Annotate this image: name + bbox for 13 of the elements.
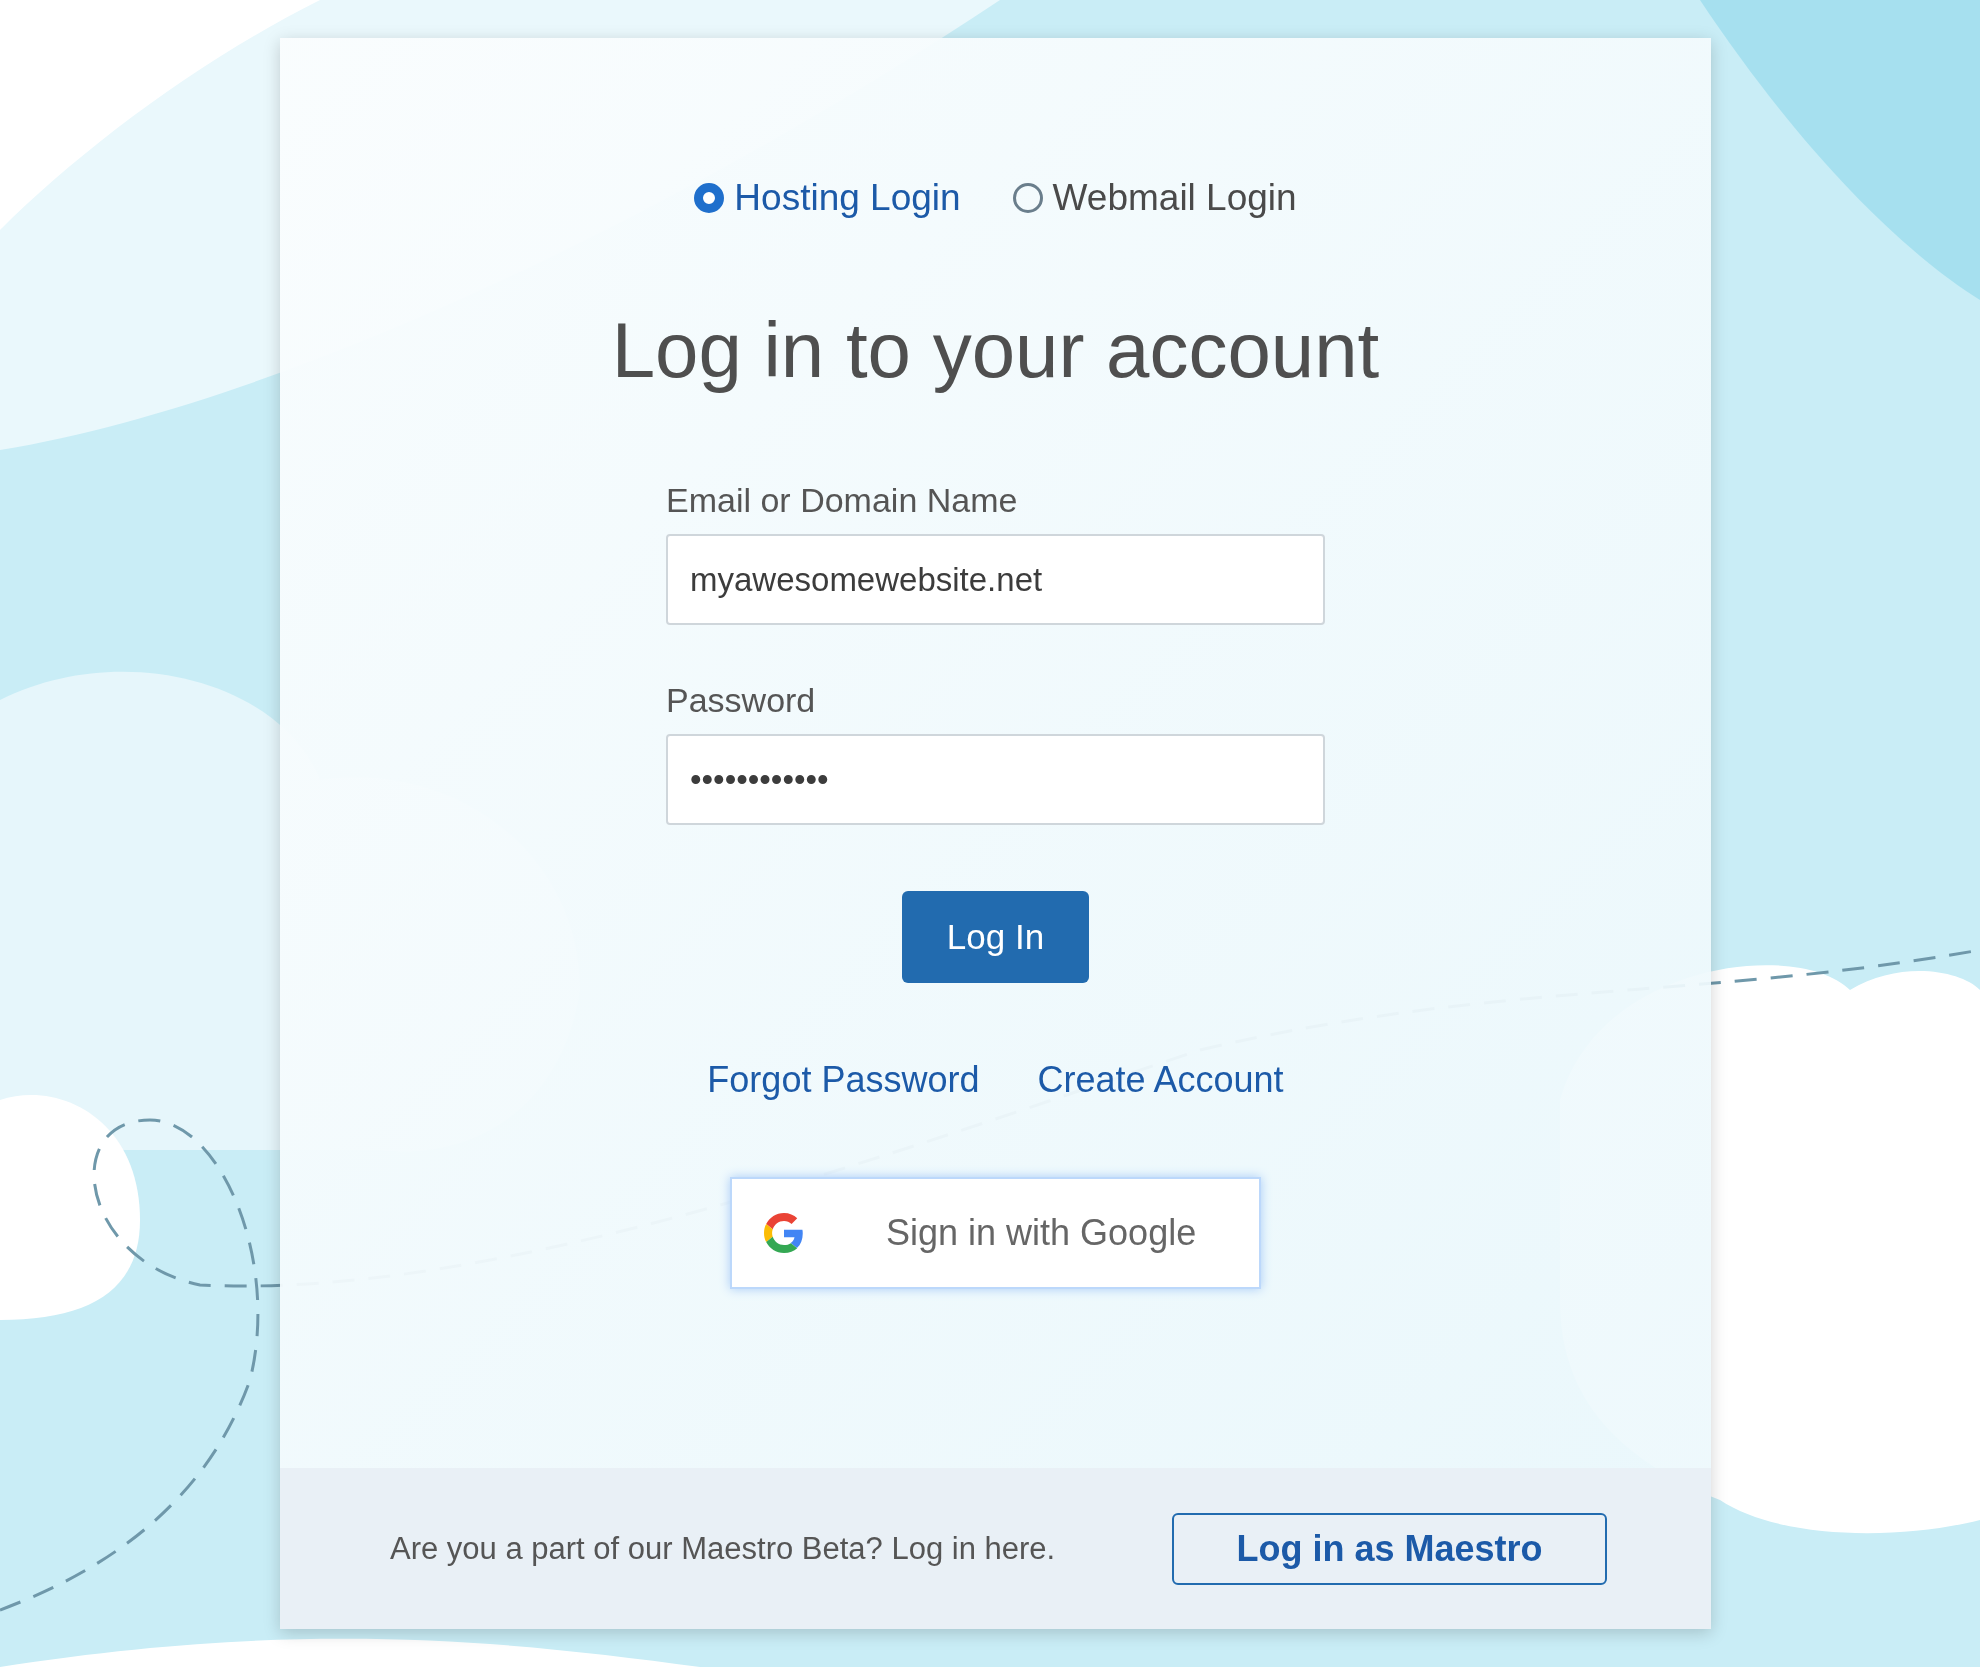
input-field[interactable]: myawesomewebsite.net (666, 534, 1325, 625)
login-type-radio[interactable]: Hosting Login (694, 177, 961, 219)
maestro-login-button[interactable]: Log in as Maestro (1172, 1512, 1607, 1585)
field-label: Password (666, 681, 817, 720)
link[interactable]: Forgot Password (707, 1059, 980, 1101)
field-label: Email or Domain Name (666, 481, 1019, 520)
google-sign-in-button[interactable]: Sign in with Google (730, 1177, 1261, 1289)
login-type-radio[interactable]: Webmail Login (1012, 177, 1297, 219)
footer-text: Are you a part of our Maestro Beta? Log in here. (390, 1530, 1056, 1567)
login-button[interactable]: Log In (902, 891, 1089, 983)
google-icon (764, 1213, 804, 1253)
input-field[interactable]: •••••••••••• (666, 734, 1325, 825)
link[interactable]: Create Account (1037, 1059, 1284, 1101)
